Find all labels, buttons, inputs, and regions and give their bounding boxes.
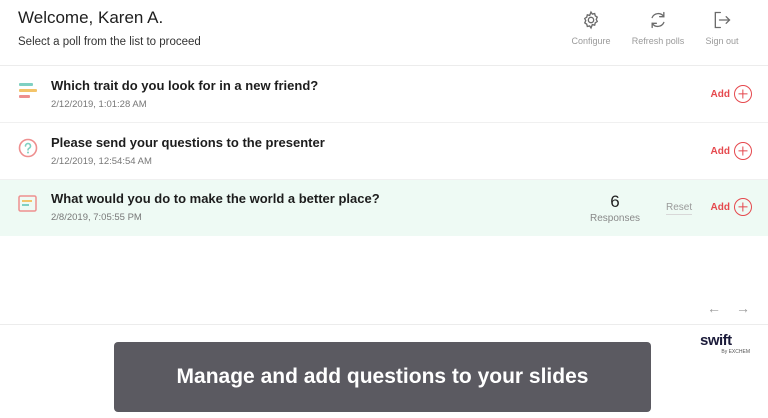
question-icon	[18, 138, 38, 158]
responses-label: Responses	[589, 213, 641, 224]
poll-date: 2/8/2019, 7:05:55 PM	[51, 212, 142, 223]
logo-word: swift	[700, 332, 732, 349]
swift-logo: swift By EXCHEM	[700, 333, 750, 357]
add-label: Add	[710, 88, 730, 100]
banner-text: Manage and add questions to your slides	[176, 365, 589, 388]
multiple-choice-icon	[19, 83, 37, 98]
logo-byline: By EXCHEM	[721, 349, 750, 355]
refresh-icon	[651, 11, 665, 29]
configure-label: Configure	[571, 36, 611, 46]
add-poll-button[interactable]: Add	[711, 142, 752, 160]
add-label: Add	[710, 145, 730, 157]
header: Welcome, Karen A. Select a poll from the…	[0, 0, 768, 66]
caption-banner: Manage and add questions to your slides	[114, 342, 651, 412]
poll-date: 2/12/2019, 12:54:54 AM	[51, 156, 152, 167]
poll-date: 2/12/2019, 1:01:28 AM	[51, 99, 147, 110]
reset-button[interactable]: Reset	[666, 202, 693, 215]
gear-icon	[583, 10, 599, 30]
add-poll-button[interactable]: Add	[711, 198, 752, 216]
next-page-button[interactable]: →	[736, 300, 750, 316]
refresh-polls-label: Refresh polls	[631, 36, 685, 46]
add-circle-icon	[734, 85, 752, 103]
refresh-polls-button[interactable]: Refresh polls	[626, 10, 690, 54]
welcome-title: Welcome, Karen A.	[18, 8, 164, 27]
poll-title: Which trait do you look for in a new fri…	[51, 78, 319, 93]
configure-button[interactable]: Configure	[559, 10, 623, 54]
open-text-icon	[18, 195, 37, 212]
responses-count: 6	[610, 192, 620, 211]
poll-row[interactable]: What would you do to make the world a be…	[0, 180, 768, 236]
sign-out-label: Sign out	[705, 36, 739, 46]
poll-title: What would you do to make the world a be…	[51, 191, 380, 206]
sign-out-icon	[714, 11, 731, 29]
subtitle: Select a poll from the list to proceed	[18, 36, 201, 48]
footer-divider	[0, 324, 768, 325]
sign-out-button[interactable]: Sign out	[690, 10, 754, 54]
poll-title: Please send your questions to the presen…	[51, 135, 325, 150]
add-label: Add	[710, 201, 730, 213]
previous-page-button[interactable]: ←	[707, 300, 721, 316]
poll-row[interactable]: Which trait do you look for in a new fri…	[0, 67, 768, 123]
poll-row[interactable]: Please send your questions to the presen…	[0, 124, 768, 180]
add-circle-icon	[734, 142, 752, 160]
add-poll-button[interactable]: Add	[711, 85, 752, 103]
add-circle-icon	[734, 198, 752, 216]
